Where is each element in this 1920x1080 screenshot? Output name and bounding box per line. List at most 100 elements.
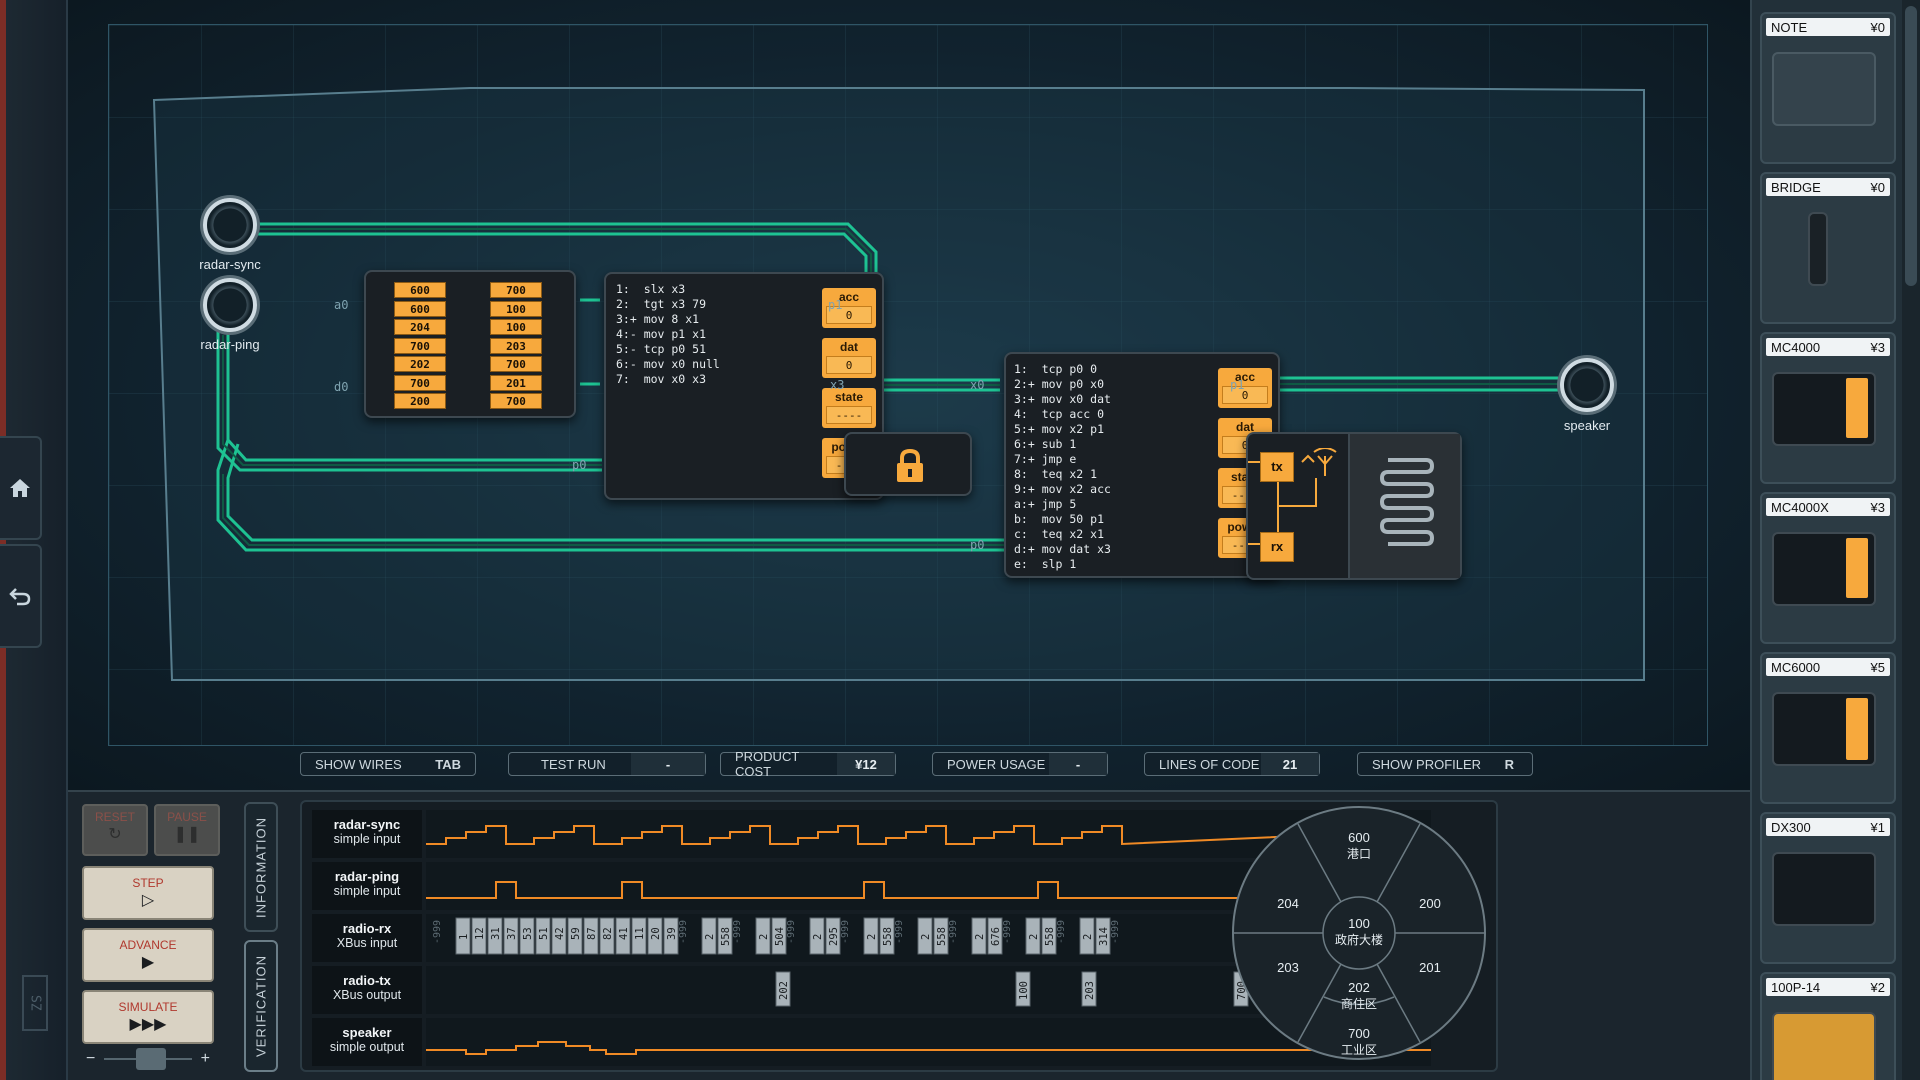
test-run-label: TEST RUN — [541, 756, 606, 772]
speed-handle[interactable] — [136, 1048, 166, 1070]
speaker-port[interactable] — [1560, 358, 1614, 412]
pause-icon: ❚❚ — [173, 826, 201, 843]
game-window: SZ radar-sync radar-ping speaker 600 600… — [0, 0, 1920, 1080]
rx-packet: 2 — [1079, 917, 1095, 955]
home-button[interactable] — [0, 436, 42, 540]
rx-packet: 1 — [455, 917, 471, 955]
tab-verification[interactable]: VERIFICATION — [244, 940, 278, 1072]
rx-packet: 42 — [551, 917, 567, 955]
speed-minus[interactable]: − — [86, 1050, 95, 1068]
palette-part-note[interactable]: NOTE ¥0 — [1760, 12, 1896, 164]
advance-button[interactable]: ADVANCE ▶ — [82, 928, 214, 982]
undo-button[interactable] — [0, 544, 42, 648]
rom-cell[interactable]: 200 — [394, 393, 446, 409]
radio-module[interactable]: tx rx — [1246, 432, 1462, 580]
test-run-value: - — [631, 753, 705, 775]
palette-part-mc4000x[interactable]: MC4000X ¥3 — [1760, 492, 1896, 644]
rom-cell[interactable]: 700 — [490, 393, 542, 409]
palette-part-bridge[interactable]: BRIDGE ¥0 — [1760, 172, 1896, 324]
part-header: 100P-14 ¥2 — [1766, 978, 1890, 996]
tx-packet: 203 — [1081, 971, 1097, 1007]
speed-plus[interactable]: + — [201, 1050, 210, 1068]
rom-cell[interactable]: 203 — [490, 337, 542, 354]
register-dat: dat 0 — [822, 338, 876, 378]
part-name: MC6000 — [1771, 659, 1821, 675]
signal-label: radar-ping simple input — [312, 862, 422, 910]
show-profiler-key: R — [1504, 756, 1514, 772]
palette-part-dx300[interactable]: DX300 ¥1 — [1760, 812, 1896, 964]
svg-text:558: 558 — [720, 927, 732, 946]
speed-slider[interactable]: − + — [82, 1048, 214, 1070]
svg-text:20: 20 — [650, 927, 662, 940]
palette-scroll-thumb[interactable] — [1905, 6, 1917, 286]
svg-text:1: 1 — [458, 934, 470, 940]
show-profiler-button[interactable]: SHOW PROFILER R — [1357, 752, 1533, 776]
palette-part-mc4000[interactable]: MC4000 ¥3 — [1760, 332, 1896, 484]
mc2-code[interactable]: 1: tcp p0 0 2:+ mov p0 x0 3:+ mov x0 dat… — [1014, 362, 1111, 572]
svg-text:2: 2 — [704, 934, 716, 940]
signal-label: radio-rx XBus input — [312, 914, 422, 962]
simulate-button[interactable]: SIMULATE ▶▶▶ — [82, 990, 214, 1044]
tab-information[interactable]: INFORMATION — [244, 802, 278, 932]
register-value: 0 — [1222, 386, 1268, 404]
circuit-board[interactable]: radar-sync radar-ping speaker 600 600 204 7… — [68, 0, 1750, 790]
svg-text:2: 2 — [920, 934, 932, 940]
lines-of-code-label: LINES OF CODE — [1159, 756, 1260, 772]
step-button[interactable]: STEP ▷ — [82, 866, 214, 920]
rx-packet: 53 — [519, 917, 535, 955]
svg-text:203: 203 — [1084, 981, 1096, 1000]
svg-text:39: 39 — [666, 927, 678, 940]
svg-text:-999: -999 — [432, 920, 443, 944]
locked-module[interactable] — [844, 432, 972, 496]
rom-cell[interactable]: 201 — [490, 374, 542, 391]
svg-text:-999: -999 — [678, 920, 689, 944]
palette-scrollbar[interactable] — [1902, 0, 1920, 1080]
reset-button[interactable]: RESET ↻ — [82, 804, 148, 856]
sector-name: 政府大楼 — [1335, 932, 1383, 947]
rom-cell[interactable]: 700 — [490, 356, 542, 372]
part-name: NOTE — [1771, 19, 1808, 35]
signal-name: radio-tx — [343, 973, 391, 988]
speaker-label: speaker — [1563, 418, 1611, 433]
show-wires-button[interactable]: SHOW WIRES TAB — [300, 752, 476, 776]
game-logo: SZ — [22, 975, 48, 1031]
show-wires-label: SHOW WIRES — [315, 756, 402, 772]
rom-cell[interactable]: 204 — [394, 319, 446, 335]
palette-part-100p-14[interactable]: 100P-14 ¥2 — [1760, 972, 1896, 1080]
radar-sync-port[interactable] — [203, 198, 257, 252]
rom-cell[interactable]: 700 — [394, 374, 446, 391]
part-preview — [1772, 692, 1876, 766]
svg-text:42: 42 — [554, 927, 566, 940]
rx-null-marker: -999 — [840, 920, 851, 944]
signal-type: XBus input — [336, 936, 398, 950]
rom-cell[interactable]: 600 — [394, 300, 446, 317]
rom-module[interactable]: 600 600 204 700 202 700 200 700 100 100 203 700 201… — [364, 270, 576, 418]
rom-cell[interactable]: 100 — [490, 319, 542, 335]
wire-layer — [152, 87, 1645, 681]
rom-cell[interactable]: 700 — [490, 282, 542, 298]
palette-part-mc6000[interactable]: MC6000 ¥5 — [1760, 652, 1896, 804]
rom-cell[interactable]: 100 — [490, 300, 542, 317]
mc1-port-x3: x3 — [830, 378, 845, 392]
svg-text:-999: -999 — [948, 920, 959, 944]
signal-type: simple input — [333, 832, 401, 846]
sector-number: 203 — [1277, 960, 1299, 975]
rx-null-marker: -999 — [786, 920, 797, 944]
pause-button[interactable]: PAUSE ❚❚ — [154, 804, 220, 856]
radar-ping-port[interactable] — [203, 278, 257, 332]
rx-null-marker: -999 — [678, 920, 689, 944]
svg-text:295: 295 — [828, 927, 840, 946]
rx-packet: 51 — [535, 917, 551, 955]
part-name: MC4000X — [1771, 499, 1829, 515]
mc1-port-p1: p1 — [828, 298, 843, 312]
part-name: BRIDGE — [1771, 179, 1821, 195]
rom-cell[interactable]: 700 — [394, 337, 446, 354]
sector-name: 商住区 — [1341, 996, 1377, 1011]
mc1-code[interactable]: 1: slx x3 2: tgt x3 79 3:+ mov 8 x1 4:- … — [616, 282, 720, 387]
rom-cell[interactable]: 202 — [394, 356, 446, 372]
part-header: MC6000 ¥5 — [1766, 658, 1890, 676]
part-preview — [1808, 212, 1828, 286]
svg-text:-999: -999 — [1056, 920, 1067, 944]
part-preview — [1772, 372, 1876, 446]
rom-cell[interactable]: 600 — [394, 282, 446, 298]
